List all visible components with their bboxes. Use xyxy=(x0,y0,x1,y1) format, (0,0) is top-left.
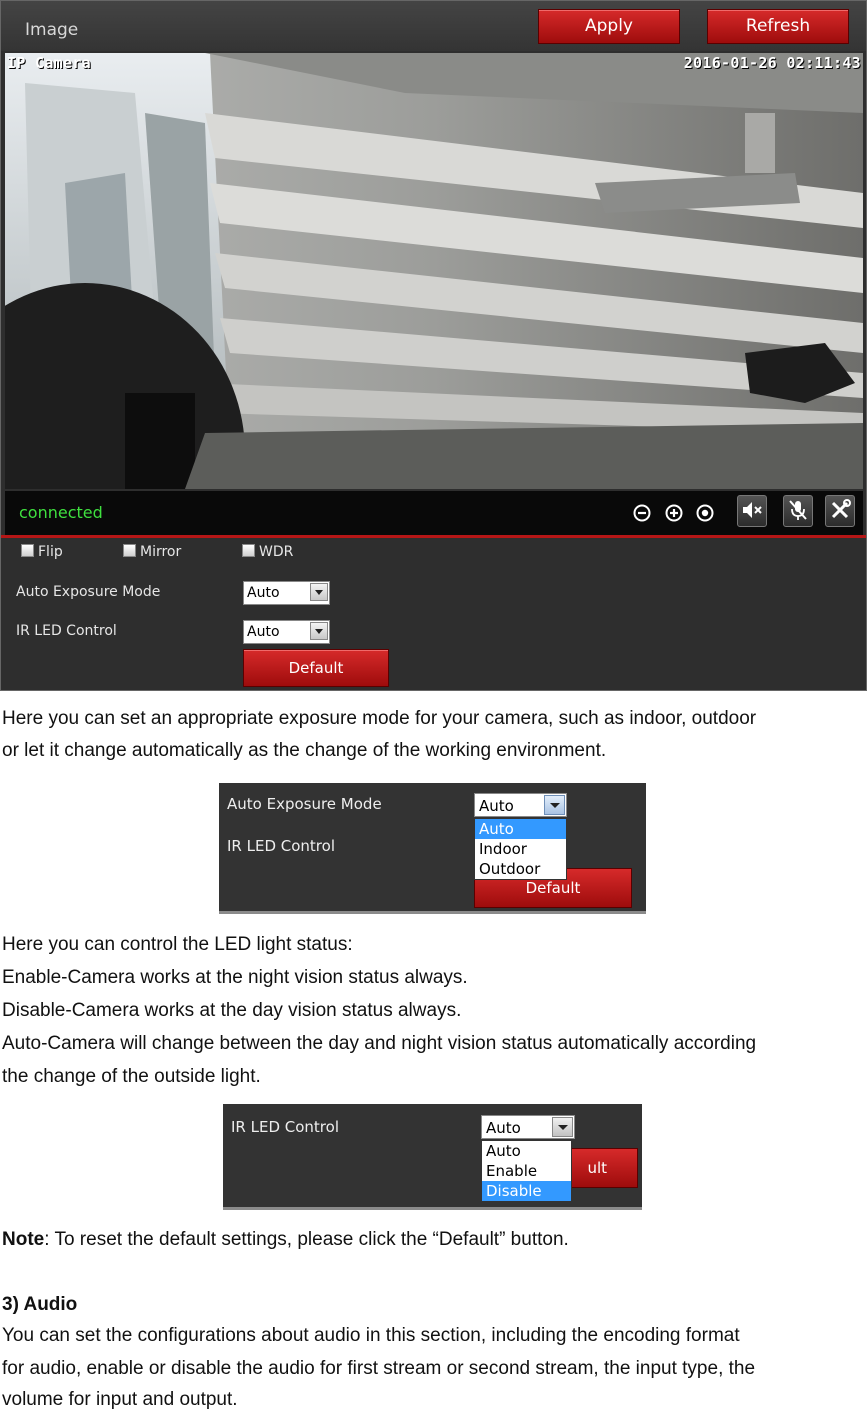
live-video-view: IP Camera 2016-01-26 02:11:43 xyxy=(5,53,863,489)
option-disable: Disable xyxy=(482,1181,571,1201)
chevron-down-icon[interactable] xyxy=(310,583,328,601)
mirror-checkbox[interactable]: Mirror xyxy=(123,544,181,560)
zoom-out-icon[interactable] xyxy=(632,503,652,523)
settings-tools-icon xyxy=(826,496,854,524)
mute-speaker-button[interactable] xyxy=(737,495,767,527)
record-icon[interactable] xyxy=(695,503,715,523)
panel-divider xyxy=(1,535,866,538)
apply-button[interactable]: Apply xyxy=(538,9,680,44)
ir-led-value: Auto xyxy=(247,624,280,640)
mute-microphone-icon xyxy=(784,496,812,524)
inset-auto-exposure-label: Auto Exposure Mode xyxy=(227,795,382,813)
panel-title: Image xyxy=(25,20,79,40)
chevron-down-icon xyxy=(552,1117,573,1137)
note-text: : To reset the default settings, please … xyxy=(44,1229,569,1250)
zoom-in-icon[interactable] xyxy=(664,503,684,523)
settings-tools-button[interactable] xyxy=(825,495,855,527)
ir-led-select[interactable]: Auto xyxy=(243,620,330,644)
audio-paragraph-line3: volume for input and output. xyxy=(2,1389,238,1410)
exposure-dropdown-screenshot: Auto Exposure Mode IR LED Control Defaul… xyxy=(219,783,646,914)
mute-speaker-icon xyxy=(738,496,766,524)
wdr-checkbox[interactable]: WDR xyxy=(242,544,293,560)
default-button[interactable]: Default xyxy=(243,649,389,687)
ir-led-dropdown-screenshot: IR LED Control ult Auto Auto Enable Disa… xyxy=(223,1104,642,1210)
ir-led-label: IR LED Control xyxy=(16,623,117,639)
audio-paragraph-line2: for audio, enable or disable the audio f… xyxy=(2,1358,756,1379)
video-control-bar: connected xyxy=(5,491,863,535)
osd-timestamp: 2016-01-26 02:11:43 xyxy=(683,54,861,72)
camera-feed-image xyxy=(5,53,863,489)
led-intro-paragraph: Here you can control the LED light statu… xyxy=(2,934,353,955)
flip-checkbox[interactable]: Flip xyxy=(21,544,63,560)
option-outdoor: Outdoor xyxy=(479,860,541,878)
mute-microphone-button[interactable] xyxy=(783,495,813,527)
flip-label: Flip xyxy=(38,544,63,560)
audio-paragraph-line1: You can set the configurations about aud… xyxy=(2,1325,740,1346)
ir-led-options-list: Auto Enable Disable xyxy=(481,1140,572,1202)
auto-exposure-value: Auto xyxy=(247,585,280,601)
inset-exposure-select: Auto xyxy=(474,793,567,817)
wdr-checkbox-box[interactable] xyxy=(242,544,255,557)
osd-camera-name: IP Camera xyxy=(7,54,91,72)
chevron-down-icon[interactable] xyxy=(310,622,328,640)
panel-header: Image Apply Refresh xyxy=(1,1,866,51)
note-label: Note xyxy=(2,1229,45,1250)
chevron-down-icon xyxy=(544,795,565,815)
option-enable: Enable xyxy=(486,1162,538,1180)
auto-exposure-select[interactable]: Auto xyxy=(243,581,330,605)
led-enable-paragraph: Enable-Camera works at the night vision … xyxy=(2,967,468,988)
mirror-checkbox-box[interactable] xyxy=(123,544,136,557)
option-indoor: Indoor xyxy=(479,840,527,858)
inset-exposure-value: Auto xyxy=(479,797,514,815)
option-auto: Auto xyxy=(475,819,566,839)
inset-ir-led-label: IR LED Control xyxy=(227,837,335,855)
led-auto-paragraph-line1: Auto-Camera will change between the day … xyxy=(2,1033,757,1054)
camera-image-panel: Image Apply Refresh IP Camera 2016-01-26… xyxy=(0,0,867,691)
mirror-label: Mirror xyxy=(140,544,182,560)
audio-section-heading: 3) Audio xyxy=(2,1294,78,1315)
wdr-label: WDR xyxy=(259,544,294,560)
exposure-paragraph-line1: Here you can set an appropriate exposure… xyxy=(2,708,757,729)
option-auto: Auto xyxy=(486,1142,521,1160)
led-disable-paragraph: Disable-Camera works at the day vision s… xyxy=(2,1000,462,1021)
refresh-button[interactable]: Refresh xyxy=(707,9,849,44)
inset2-ir-led-label: IR LED Control xyxy=(231,1118,339,1136)
exposure-options-list: Auto Indoor Outdoor xyxy=(474,818,567,880)
flip-checkbox-box[interactable] xyxy=(21,544,34,557)
exposure-paragraph-line2: or let it change automatically as the ch… xyxy=(2,740,607,761)
led-auto-paragraph-line2: the change of the outside light. xyxy=(2,1066,261,1087)
inset2-default-button-text: ult xyxy=(587,1159,607,1177)
inset2-ir-select: Auto xyxy=(481,1115,575,1139)
connection-status: connected xyxy=(19,503,103,522)
note-paragraph: Note: To reset the default settings, ple… xyxy=(2,1226,569,1255)
auto-exposure-label: Auto Exposure Mode xyxy=(16,584,161,600)
inset2-ir-value: Auto xyxy=(486,1119,521,1137)
